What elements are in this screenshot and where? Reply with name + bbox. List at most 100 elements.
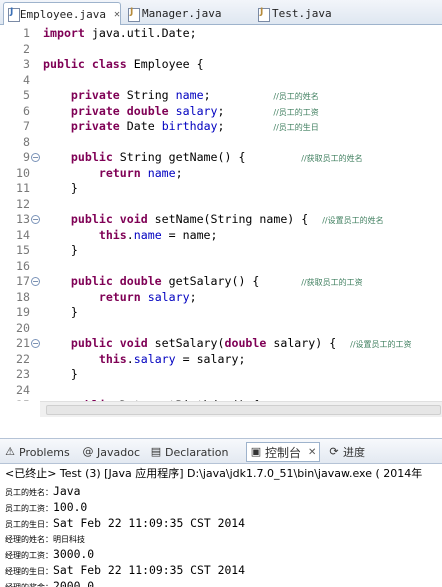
code-token: setSalary( <box>147 336 225 350</box>
code-line: 23 } <box>0 367 442 382</box>
problems-icon: ⚠ <box>5 445 15 458</box>
line-number: 12 <box>16 196 30 211</box>
console-value: Java <box>53 484 81 498</box>
code-token: String getName() { <box>112 150 302 164</box>
comment-token: //获取员工的姓名 <box>301 154 363 163</box>
field-token: name <box>133 227 162 242</box>
view-tab-javadoc[interactable]: @ Javadoc <box>82 443 141 461</box>
view-tab-console[interactable]: ▣ 控制台 ✕ <box>246 442 321 462</box>
line-number: 18 <box>16 289 30 304</box>
view-tab-problems[interactable]: ⚠ Problems <box>4 443 70 461</box>
line-number: 24 <box>16 382 30 397</box>
code-token: ; <box>175 165 183 180</box>
tab-employee-java[interactable]: Employee.java ✕ <box>3 2 121 25</box>
keyword-token: this <box>98 351 127 366</box>
field-token: salary <box>147 289 190 304</box>
tab-label: Manager.java <box>142 7 222 20</box>
console-label: 员工的生日： <box>5 519 53 529</box>
code-line: 21− public void setSalary(double salary)… <box>0 336 442 351</box>
keyword-token: public <box>70 150 113 164</box>
fold-toggle-icon[interactable]: − <box>31 215 40 224</box>
code-text: public double getSalary() { //获取员工的工资 <box>43 274 363 290</box>
console-label: 经理的生日： <box>5 567 53 576</box>
declaration-icon: ▤ <box>150 445 162 458</box>
code-text: return name; <box>43 166 183 181</box>
scrollbar-thumb[interactable] <box>46 405 441 415</box>
code-line: 16 <box>0 259 442 274</box>
line-number: 16 <box>16 258 30 273</box>
code-line: 11 } <box>0 181 442 196</box>
console-line: 员工的生日：Sat Feb 22 11:09:35 CST 2014 <box>5 515 245 531</box>
editor-horizontal-scrollbar[interactable] <box>40 401 442 417</box>
line-number: 15 <box>16 243 30 257</box>
code-line: 3 public class Employee { <box>0 57 442 72</box>
console-value: 3000.0 <box>53 547 95 562</box>
line-number: 13 <box>16 212 30 226</box>
console-icon: ▣ <box>250 445 262 458</box>
code-token: } <box>43 181 78 195</box>
code-line: 15 } <box>0 243 442 258</box>
line-number: 20 <box>16 320 30 335</box>
code-editor[interactable]: 1 import java.util.Date; 2 3 public class Em… <box>0 26 442 401</box>
tab-label: Test.java <box>272 7 332 20</box>
code-line: 18 return salary; <box>0 290 442 305</box>
tab-manager-java[interactable]: Manager.java <box>124 2 239 25</box>
views-tab-bar: ⚠ Problems @ Javadoc ▤ Declaration ▣ 控制台 ✕ ⟳ 进度 <box>0 438 442 464</box>
code-line: 22 this.salary = salary; <box>0 352 442 367</box>
close-icon[interactable]: ✕ <box>114 9 120 20</box>
console-label: 经理的姓名： <box>5 535 53 545</box>
code-text: this.name = name; <box>43 228 218 243</box>
line-number: 17 <box>16 274 30 288</box>
code-text: public String getName() { //获取员工的姓名 <box>43 150 363 166</box>
fold-toggle-icon[interactable]: − <box>31 277 40 286</box>
keyword-token: return <box>98 289 141 304</box>
progress-icon: ⟳ <box>329 445 339 458</box>
console-value: Sat Feb 22 11:09:35 CST 2014 <box>53 563 246 577</box>
console-line: 经理的奖金：2000.0 <box>5 578 94 587</box>
code-text: } <box>43 181 78 196</box>
console-label: 经理的工资： <box>5 551 53 561</box>
field-token: salary <box>133 351 176 366</box>
code-line: 9− public String getName() { //获取员工的姓名 <box>0 150 442 165</box>
close-icon[interactable]: ✕ <box>308 447 316 458</box>
keyword-token: private <box>70 119 120 133</box>
line-number: 21 <box>16 336 30 350</box>
code-line: 24 <box>0 383 442 398</box>
console-output[interactable]: <已终止> Test (3) [Java 应用程序] D:\java\jdk1.… <box>0 464 442 587</box>
line-number: 10 <box>16 165 30 180</box>
java-file-icon <box>128 7 140 22</box>
view-tab-declaration[interactable]: ▤ Declaration <box>150 443 229 461</box>
tab-test-java[interactable]: Test.java <box>254 2 344 25</box>
console-value: 2000.0 <box>53 578 95 587</box>
code-token: Date <box>119 119 162 133</box>
code-text: import java.util.Date; <box>43 26 197 41</box>
code-line: 10 return name; <box>0 166 442 181</box>
fold-toggle-icon[interactable]: − <box>31 153 40 162</box>
comment-token: //设置员工的姓名 <box>322 216 384 225</box>
code-text: private Date birthday; //员工的生日 <box>43 119 319 135</box>
javadoc-icon: @ <box>82 445 94 458</box>
console-value: 100.0 <box>53 499 88 514</box>
code-token: . <box>126 227 134 242</box>
view-tab-label: Problems <box>19 445 70 459</box>
fold-toggle-icon[interactable]: − <box>31 339 40 348</box>
code-token: salary) { <box>266 336 351 350</box>
view-tab-label: Declaration <box>165 445 229 459</box>
code-token: ; <box>189 289 197 304</box>
code-line: 7 private Date birthday; //员工的生日 <box>0 119 442 134</box>
code-line: 20 <box>0 321 442 336</box>
field-token: salary <box>175 103 218 118</box>
view-tab-progress[interactable]: ⟳ 进度 <box>328 443 365 461</box>
console-line: 经理的生日：Sat Feb 22 11:09:35 CST 2014 <box>5 562 245 578</box>
console-line: 经理的工资：3000.0 <box>5 546 94 562</box>
view-tab-label: Javadoc <box>97 445 140 459</box>
code-line: 8 <box>0 135 442 150</box>
line-number: 4 <box>23 72 30 87</box>
line-number: 7 <box>23 119 30 133</box>
